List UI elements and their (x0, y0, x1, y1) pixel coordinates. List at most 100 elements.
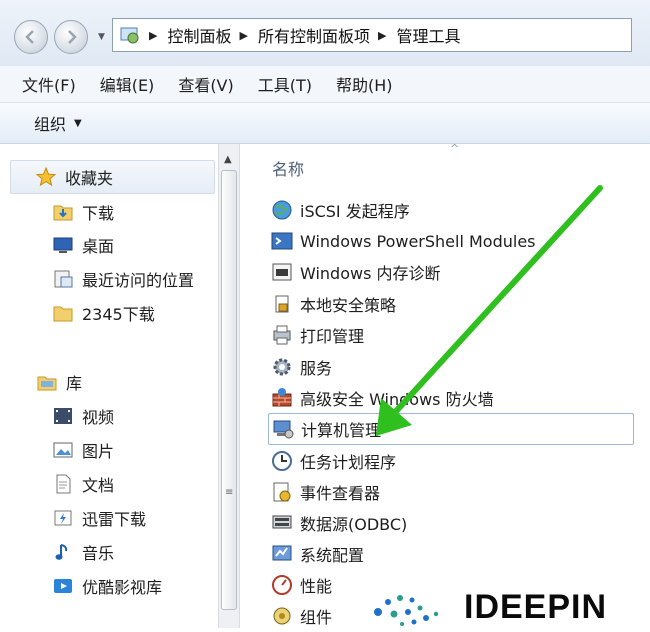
file-item-security-policy[interactable]: 本地安全策略 (270, 289, 396, 319)
nav-item-documents[interactable]: 文档 (52, 468, 114, 500)
file-item-performance[interactable]: 性能 (270, 570, 332, 600)
computer-management-icon (273, 420, 294, 439)
file-item-print-management[interactable]: 打印管理 (270, 320, 364, 350)
file-item-iscsi[interactable]: iSCSI 发起程序 (270, 195, 410, 225)
odbc-icon (272, 515, 292, 529)
firewall-icon (272, 388, 292, 407)
nav-item-videos[interactable]: 视频 (52, 400, 114, 432)
chevron-down-icon[interactable]: ▼ (74, 118, 82, 129)
breadcrumb-admin-tools[interactable]: 管理工具 (396, 23, 460, 47)
history-dropdown-icon[interactable]: ▼ (98, 32, 105, 42)
file-item-system-config[interactable]: 系统配置 (270, 539, 364, 569)
pictures-library-icon (53, 442, 73, 458)
address-bar-area: ▼ ▶ 控制面板 ▶ 所有控制面板项 ▶ 管理工具 (0, 0, 650, 66)
file-item-odbc[interactable]: 数据源(ODBC) (270, 508, 407, 538)
breadcrumb-control-panel[interactable]: 控制面板 (167, 23, 231, 47)
address-field[interactable]: ▶ 控制面板 ▶ 所有控制面板项 ▶ 管理工具 (112, 18, 632, 52)
file-item-powershell[interactable]: Windows PowerShell Modules (270, 226, 536, 256)
file-item-label: 计算机管理 (301, 421, 382, 440)
file-item-services[interactable]: 服务 (270, 352, 332, 382)
back-arrow-icon (25, 30, 34, 44)
forward-button[interactable] (54, 20, 88, 54)
star-icon (35, 166, 57, 187)
nav-item-downloads[interactable]: 下载 (52, 196, 114, 228)
iscsi-globe-icon (272, 200, 292, 220)
powershell-icon (271, 232, 293, 250)
nav-pane-scrollbar[interactable]: ▲ ≡ (218, 144, 240, 628)
column-header-name[interactable]: 名称 (272, 156, 304, 180)
watermark-text: IDEEPIN (464, 588, 608, 626)
file-item-label: 事件查看器 (300, 484, 381, 503)
forward-arrow-icon (68, 30, 77, 44)
nav-item-label: 图片 (82, 442, 115, 461)
performance-icon (272, 575, 292, 595)
menu-bar: 文件(F) 编辑(E) 查看(V) 工具(T) 帮助(H) (0, 66, 650, 103)
file-item-label: 本地安全策略 (300, 296, 397, 315)
event-viewer-icon (273, 482, 291, 502)
nav-item-music[interactable]: 音乐 (52, 536, 114, 568)
nav-item-pictures[interactable]: 图片 (52, 434, 114, 466)
file-item-component[interactable]: 组件 (270, 601, 332, 631)
video-library-icon (54, 408, 72, 424)
nav-item-label: 2345下载 (82, 305, 155, 324)
file-item-label: Windows 内存诊断 (300, 264, 441, 283)
scrollbar-thumb[interactable]: ≡ (221, 170, 237, 610)
scroll-up-icon[interactable]: ▲ (224, 154, 232, 165)
nav-libraries[interactable]: 库 (36, 366, 82, 398)
nav-item-thunder[interactable]: 迅雷下载 (52, 502, 146, 534)
nav-item-label: 文档 (82, 476, 115, 495)
file-item-label: iSCSI 发起程序 (300, 202, 410, 221)
watermark-logo: IDEEPIN (368, 586, 650, 628)
nav-item-label: 最近访问的位置 (82, 271, 195, 290)
sort-caret-icon: ^ (450, 142, 460, 155)
nav-favorites[interactable]: 收藏夹 (10, 160, 215, 194)
menu-view[interactable]: 查看(V) (178, 72, 233, 96)
nav-item-label: 桌面 (82, 237, 115, 256)
file-item-label: 系统配置 (300, 546, 365, 565)
nav-item-label: 优酷影视库 (82, 578, 163, 597)
nav-libraries-label: 库 (66, 374, 83, 393)
thunder-download-icon (54, 510, 72, 526)
youku-library-icon (54, 579, 72, 593)
recent-places-icon (54, 270, 73, 288)
nav-item-label: 下载 (82, 204, 115, 223)
nav-item-youku[interactable]: 优酷影视库 (52, 570, 162, 602)
file-item-label: 数据源(ODBC) (300, 515, 408, 534)
nav-item-desktop[interactable]: 桌面 (52, 229, 114, 261)
file-item-memory-diagnostic[interactable]: Windows 内存诊断 (270, 257, 441, 287)
back-button[interactable] (14, 20, 48, 54)
music-library-icon (55, 544, 68, 560)
grip-icon: ≡ (225, 487, 234, 498)
nav-item-recent[interactable]: 最近访问的位置 (52, 263, 194, 295)
file-item-event-viewer[interactable]: 事件查看器 (270, 477, 380, 507)
file-item-label: 服务 (300, 359, 333, 378)
file-item-label: 高级安全 Windows 防火墙 (300, 390, 494, 409)
menu-file[interactable]: 文件(F) (22, 72, 76, 96)
component-icon (273, 607, 291, 625)
nav-favorites-label: 收藏夹 (65, 169, 114, 188)
nav-item-2345-downloads[interactable]: 2345下载 (52, 297, 155, 329)
desktop-icon (53, 237, 73, 253)
library-folder-icon (37, 376, 57, 391)
nav-item-label: 迅雷下载 (82, 510, 147, 529)
file-item-label: 组件 (300, 608, 333, 627)
services-gear-icon (273, 358, 291, 376)
menu-help[interactable]: 帮助(H) (336, 72, 393, 96)
menu-edit[interactable]: 编辑(E) (100, 72, 155, 96)
file-item-label: 打印管理 (300, 327, 365, 346)
file-item-task-scheduler[interactable]: 任务计划程序 (270, 446, 396, 476)
breadcrumb-separator-icon: ▶ (149, 28, 158, 42)
control-panel-icon (120, 27, 139, 44)
breadcrumb-separator-icon: ▶ (239, 28, 248, 42)
command-bar: 组织 ▼ (0, 103, 650, 144)
menu-tools[interactable]: 工具(T) (258, 72, 312, 96)
file-item-label: 任务计划程序 (300, 453, 397, 472)
download-folder-icon (53, 205, 73, 221)
organize-button[interactable]: 组织 (34, 111, 66, 135)
task-scheduler-icon (272, 451, 292, 471)
breadcrumb-all-items[interactable]: 所有控制面板项 (258, 23, 370, 47)
documents-library-icon (56, 474, 71, 494)
file-item-firewall[interactable]: 高级安全 Windows 防火墙 (270, 383, 494, 413)
memory-diagnostic-icon (272, 263, 292, 281)
file-item-computer-management[interactable]: 计算机管理 (268, 413, 634, 445)
